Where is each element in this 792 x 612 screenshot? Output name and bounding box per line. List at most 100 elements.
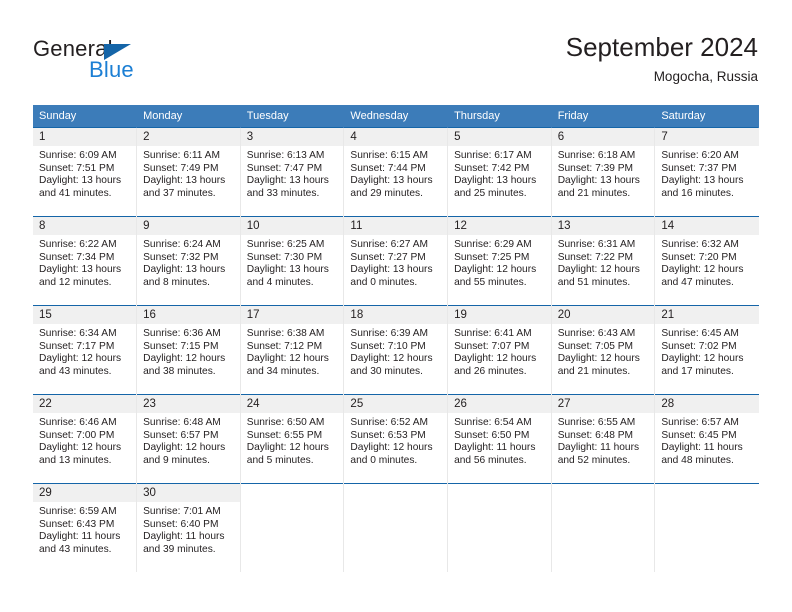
daylight-text-line2: and 33 minutes. — [246, 187, 320, 199]
day-cell[interactable]: 17 Sunrise: 6:38 AM Sunset: 7:12 PM Dayligh… — [240, 305, 345, 395]
day-number: 1 — [33, 128, 137, 146]
sunset-text: Sunset: 6:53 PM — [350, 429, 426, 441]
daylight-text-line2: and 16 minutes. — [661, 187, 734, 199]
sunset-text: Sunset: 7:47 PM — [246, 162, 323, 174]
day-cell[interactable]: 11 Sunrise: 6:27 AM Sunset: 7:27 PM Dayligh… — [343, 216, 449, 306]
day-cell[interactable]: 20 Sunrise: 6:43 AM Sunset: 7:05 PM Dayligh… — [551, 305, 656, 395]
sunrise-text: Sunrise: 6:39 AM — [350, 328, 429, 339]
daylight-text-line1: Daylight: 13 hours — [557, 175, 640, 187]
day-cell[interactable]: 26 Sunrise: 6:54 AM Sunset: 6:50 PM Dayligh… — [447, 394, 552, 484]
sunrise-text: Sunrise: 6:09 AM — [39, 150, 117, 161]
day-cell[interactable]: 5 Sunrise: 6:17 AM Sunset: 7:42 PM Daylight… — [447, 127, 552, 217]
day-cell[interactable]: 24 Sunrise: 6:50 AM Sunset: 6:55 PM Dayligh… — [240, 394, 345, 484]
day-cell[interactable]: 29 Sunrise: 6:59 AM Sunset: 6:43 PM Dayligh… — [33, 483, 138, 572]
sunrise-text: Sunrise: 6:29 AM — [454, 239, 532, 250]
day-number — [655, 484, 758, 502]
page-header: General Blue September 2024 Mogocha, Rus… — [0, 0, 792, 100]
day-cell[interactable]: 12 Sunrise: 6:29 AM Sunset: 7:25 PM Dayligh… — [447, 216, 552, 306]
day-cell[interactable]: 22 Sunrise: 6:46 AM Sunset: 7:00 PM Dayligh… — [33, 394, 138, 484]
week-row: 1 Sunrise: 6:09 AM Sunset: 7:51 PM Daylight… — [33, 127, 759, 217]
day-cell[interactable]: 27 Sunrise: 6:55 AM Sunset: 6:48 PM Dayligh… — [551, 394, 656, 484]
sunrise-text: Sunrise: 6:20 AM — [661, 150, 739, 161]
day-cell[interactable]: 8 Sunrise: 6:22 AM Sunset: 7:34 PM Daylight… — [33, 216, 138, 306]
weekday-header-friday: Friday — [551, 105, 656, 128]
day-info: Sunrise: 6:52 AM Sunset: 6:53 PM Daylight:… — [344, 413, 447, 467]
day-cell[interactable]: 23 Sunrise: 6:48 AM Sunset: 6:57 PM Dayligh… — [136, 394, 241, 484]
daylight-text-line1: Daylight: 13 hours — [350, 264, 433, 276]
daylight-text-line2: and 43 minutes. — [39, 365, 112, 377]
day-cell-empty — [447, 483, 552, 572]
day-number: 8 — [33, 217, 137, 235]
sunrise-text: Sunrise: 6:22 AM — [39, 239, 117, 250]
day-number: 19 — [448, 306, 551, 324]
day-number: 15 — [33, 306, 137, 324]
day-cell[interactable]: 15 Sunrise: 6:34 AM Sunset: 7:17 PM Dayligh… — [33, 305, 138, 395]
daylight-text-line1: Daylight: 13 hours — [350, 175, 433, 187]
day-cell[interactable]: 7 Sunrise: 6:20 AM Sunset: 7:37 PM Daylight… — [654, 127, 759, 217]
day-cell[interactable]: 13 Sunrise: 6:31 AM Sunset: 7:22 PM Dayligh… — [551, 216, 656, 306]
weekday-header-saturday: Saturday — [654, 105, 759, 128]
day-number: 13 — [551, 217, 655, 235]
day-number — [552, 484, 655, 502]
brand-logo[interactable]: General Blue — [33, 36, 253, 88]
day-number: 3 — [240, 128, 344, 146]
sunset-text: Sunset: 7:49 PM — [143, 162, 219, 174]
daylight-text-line1: Daylight: 13 hours — [39, 264, 122, 276]
sunset-text: Sunset: 7:27 PM — [350, 251, 426, 263]
daylight-text-line2: and 12 minutes. — [39, 276, 112, 288]
daylight-text-line2: and 17 minutes. — [661, 365, 734, 377]
sunrise-text: Sunrise: 7:01 AM — [143, 506, 221, 517]
daylight-text-line2: and 29 minutes. — [350, 187, 423, 199]
daylight-text-line2: and 30 minutes. — [350, 365, 423, 377]
day-cell[interactable]: 6 Sunrise: 6:18 AM Sunset: 7:39 PM Daylight… — [551, 127, 656, 217]
day-cell[interactable]: 10 Sunrise: 6:25 AM Sunset: 7:30 PM Dayligh… — [240, 216, 345, 306]
daylight-text-line2: and 55 minutes. — [454, 276, 527, 288]
sunset-text: Sunset: 6:45 PM — [661, 429, 737, 441]
day-number — [448, 484, 551, 502]
day-cell[interactable]: 3 Sunrise: 6:13 AM Sunset: 7:47 PM Daylight… — [240, 127, 345, 217]
day-info: Sunrise: 6:25 AM Sunset: 7:30 PM Daylight:… — [241, 235, 344, 289]
daylight-text-line1: Daylight: 12 hours — [350, 353, 433, 365]
sunrise-text: Sunrise: 6:36 AM — [143, 328, 221, 339]
daylight-text-line1: Daylight: 12 hours — [39, 442, 122, 454]
sunset-text: Sunset: 7:25 PM — [454, 251, 530, 263]
day-info: Sunrise: 6:09 AM Sunset: 7:51 PM Daylight:… — [33, 146, 136, 200]
sunrise-text: Sunrise: 6:13 AM — [246, 150, 325, 161]
sunset-text: Sunset: 7:02 PM — [661, 340, 737, 352]
daylight-text-line2: and 51 minutes. — [557, 276, 631, 288]
sunrise-text: Sunrise: 6:17 AM — [454, 150, 532, 161]
daylight-text-line2: and 34 minutes. — [246, 365, 320, 377]
sunrise-text: Sunrise: 6:45 AM — [661, 328, 739, 339]
daylight-text-line1: Daylight: 11 hours — [661, 442, 743, 454]
day-cell[interactable]: 19 Sunrise: 6:41 AM Sunset: 7:07 PM Dayligh… — [447, 305, 552, 395]
day-cell[interactable]: 9 Sunrise: 6:24 AM Sunset: 7:32 PM Daylight… — [136, 216, 241, 306]
sunset-text: Sunset: 7:22 PM — [557, 251, 634, 263]
day-cell[interactable]: 4 Sunrise: 6:15 AM Sunset: 7:44 PM Daylight… — [343, 127, 449, 217]
day-info: Sunrise: 6:32 AM Sunset: 7:20 PM Daylight:… — [655, 235, 758, 289]
daylight-text-line2: and 39 minutes. — [143, 543, 216, 555]
weekday-header-tuesday: Tuesday — [240, 105, 345, 128]
daylight-text-line1: Daylight: 12 hours — [350, 442, 433, 454]
day-cell[interactable]: 25 Sunrise: 6:52 AM Sunset: 6:53 PM Dayligh… — [343, 394, 449, 484]
day-number: 29 — [33, 484, 137, 502]
daylight-text-line2: and 43 minutes. — [39, 543, 112, 555]
sunrise-text: Sunrise: 6:15 AM — [350, 150, 429, 161]
daylight-text-line1: Daylight: 13 hours — [246, 175, 329, 187]
day-cell[interactable]: 16 Sunrise: 6:36 AM Sunset: 7:15 PM Dayligh… — [136, 305, 241, 395]
day-cell[interactable]: 18 Sunrise: 6:39 AM Sunset: 7:10 PM Dayligh… — [343, 305, 449, 395]
daylight-text-line1: Daylight: 12 hours — [557, 353, 640, 365]
daylight-text-line1: Daylight: 12 hours — [661, 353, 744, 365]
calendar-body: 1 Sunrise: 6:09 AM Sunset: 7:51 PM Daylight… — [33, 127, 759, 572]
day-cell[interactable]: 30 Sunrise: 7:01 AM Sunset: 6:40 PM Dayligh… — [136, 483, 241, 572]
sunset-text: Sunset: 7:34 PM — [39, 251, 115, 263]
day-cell[interactable]: 28 Sunrise: 6:57 AM Sunset: 6:45 PM Dayligh… — [654, 394, 759, 484]
sunset-text: Sunset: 7:42 PM — [454, 162, 530, 174]
day-cell[interactable]: 2 Sunrise: 6:11 AM Sunset: 7:49 PM Daylight… — [136, 127, 241, 217]
sunset-text: Sunset: 7:12 PM — [246, 340, 323, 352]
sunrise-text: Sunrise: 6:31 AM — [557, 239, 636, 250]
sunrise-text: Sunrise: 6:52 AM — [350, 417, 429, 428]
day-number: 2 — [137, 128, 240, 146]
day-cell[interactable]: 14 Sunrise: 6:32 AM Sunset: 7:20 PM Dayligh… — [654, 216, 759, 306]
day-cell[interactable]: 21 Sunrise: 6:45 AM Sunset: 7:02 PM Dayligh… — [654, 305, 759, 395]
day-cell[interactable]: 1 Sunrise: 6:09 AM Sunset: 7:51 PM Daylight… — [33, 127, 138, 217]
